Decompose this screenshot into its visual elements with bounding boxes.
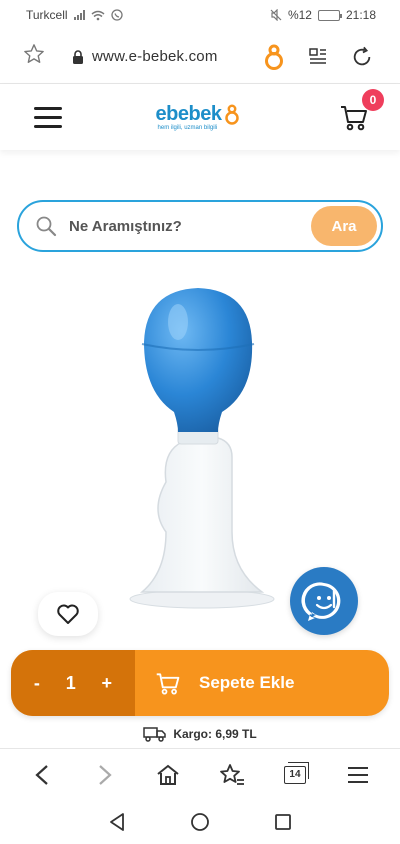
system-home-icon[interactable] bbox=[190, 812, 210, 832]
add-to-cart-bar: - 1 + Sepete Ekle bbox=[11, 650, 389, 716]
stroller-cart-icon bbox=[156, 673, 180, 695]
reload-button[interactable] bbox=[340, 46, 384, 68]
search-input[interactable] bbox=[57, 217, 311, 235]
reload-icon bbox=[353, 46, 371, 65]
bookmarks-button[interactable] bbox=[207, 763, 257, 787]
chat-button[interactable] bbox=[290, 567, 358, 635]
clock: 21:18 bbox=[345, 8, 376, 22]
star-icon bbox=[24, 43, 44, 63]
status-bar: Turkcell %12 21:18 bbox=[0, 0, 400, 30]
tabs-button[interactable]: 14 bbox=[270, 761, 320, 784]
quantity-value: 1 bbox=[65, 672, 76, 693]
browser-bottom-nav: 14 bbox=[0, 748, 400, 800]
favorite-button[interactable] bbox=[38, 592, 98, 636]
cart-count-badge: 0 bbox=[362, 89, 384, 111]
site-logo[interactable]: ebebek hem ilgili, uzman bilgili bbox=[156, 103, 241, 131]
battery-percent: %12 bbox=[287, 8, 312, 22]
ebebek-app-button[interactable] bbox=[252, 44, 296, 70]
increase-button[interactable]: + bbox=[102, 673, 113, 694]
back-button[interactable] bbox=[17, 764, 67, 786]
browser-menu-button[interactable] bbox=[333, 766, 383, 784]
add-to-cart-label: Sepete Ekle bbox=[199, 673, 295, 692]
tabs-icon: 14 bbox=[283, 761, 309, 784]
system-nav-bar bbox=[0, 800, 400, 844]
system-recents-icon[interactable] bbox=[274, 813, 292, 831]
mute-icon bbox=[270, 9, 282, 21]
url-text: www.e-bebek.com bbox=[92, 48, 218, 65]
home-button[interactable] bbox=[143, 764, 193, 786]
search-bar: Ara bbox=[17, 200, 383, 252]
shipping-info: Kargo: 6,99 TL bbox=[0, 724, 400, 744]
truck-icon bbox=[143, 727, 167, 742]
forward-button[interactable] bbox=[80, 764, 130, 786]
browser-toolbar: www.e-bebek.com bbox=[0, 30, 400, 84]
chat-icon bbox=[301, 582, 341, 621]
signal-icon bbox=[73, 10, 85, 20]
wifi-icon bbox=[91, 10, 105, 20]
carrier-label: Turkcell bbox=[26, 8, 68, 22]
more-icon bbox=[348, 766, 369, 783]
ebebek-app-icon bbox=[265, 44, 283, 70]
add-to-cart-button[interactable]: Sepete Ekle bbox=[135, 650, 389, 716]
system-back-icon[interactable] bbox=[108, 812, 126, 832]
cart-button[interactable]: 0 bbox=[334, 89, 384, 137]
lock-icon bbox=[73, 49, 83, 64]
shipping-label: Kargo: 6,99 TL bbox=[173, 727, 257, 741]
status-left: Turkcell bbox=[26, 8, 123, 22]
logo-tagline: hem ilgili, uzman bilgili bbox=[157, 125, 218, 131]
search-button[interactable]: Ara bbox=[311, 206, 377, 246]
site-header: ebebek hem ilgili, uzman bilgili 0 bbox=[0, 84, 400, 150]
breast-pump-image bbox=[129, 288, 275, 609]
product-image[interactable] bbox=[120, 282, 280, 612]
back-icon bbox=[35, 764, 48, 785]
forward-icon bbox=[99, 764, 112, 785]
status-right: %12 21:18 bbox=[270, 8, 376, 22]
whatsapp-icon bbox=[110, 9, 123, 21]
home-icon bbox=[157, 764, 179, 785]
search-icon bbox=[36, 216, 57, 237]
battery-icon bbox=[317, 9, 342, 21]
quantity-stepper: - 1 + bbox=[11, 650, 135, 716]
decrease-button[interactable]: - bbox=[34, 673, 40, 694]
menu-icon[interactable] bbox=[34, 106, 62, 128]
reader-icon bbox=[309, 47, 326, 64]
address-bar[interactable]: www.e-bebek.com bbox=[52, 48, 252, 65]
reader-mode-button[interactable] bbox=[296, 47, 340, 67]
heart-icon bbox=[57, 604, 79, 624]
bookmark-star-icon bbox=[219, 763, 244, 785]
logo-text: ebebek bbox=[155, 103, 222, 125]
logo-mark-icon bbox=[225, 104, 240, 125]
bookmark-button[interactable] bbox=[16, 43, 52, 71]
